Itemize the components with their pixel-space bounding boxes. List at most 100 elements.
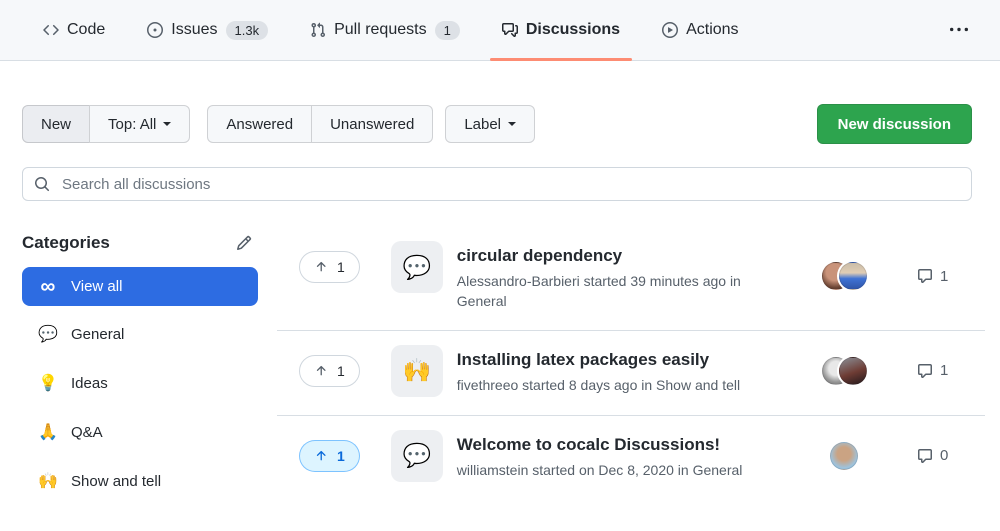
sort-segmented-group: New Top: All xyxy=(22,105,190,143)
edit-categories-button[interactable] xyxy=(236,235,252,251)
tab-code[interactable]: Code xyxy=(33,0,115,60)
upvote-button[interactable]: 1 xyxy=(299,251,360,283)
raising-hands-icon: 🙌 xyxy=(402,357,431,384)
category-emoji-tile: 🙌 xyxy=(391,345,443,397)
upvote-count: 1 xyxy=(337,363,345,379)
discussion-meta: Alessandro-Barbieri started 39 minutes a… xyxy=(457,271,787,312)
comment-count[interactable]: 0 xyxy=(917,447,963,464)
discussion-row[interactable]: 1 💬 Welcome to cocalc Discussions! willi… xyxy=(277,415,985,500)
discussion-row-right: 0 xyxy=(815,442,963,470)
tab-label: Pull requests xyxy=(334,21,427,39)
repo-tabs: Code Issues 1.3k Pull requests 1 Discuss… xyxy=(33,0,942,60)
category-label: Ideas xyxy=(71,375,108,392)
upvote-count: 1 xyxy=(337,448,345,464)
search-icon xyxy=(34,176,50,192)
comment-icon xyxy=(917,363,933,379)
answered-filter-label: Answered xyxy=(226,116,293,133)
comment-count[interactable]: 1 xyxy=(917,362,963,379)
avatar[interactable] xyxy=(839,357,867,385)
upvote-button[interactable]: 1 xyxy=(299,440,360,472)
sidebar-item-show-and-tell[interactable]: 🙌 Show and tell xyxy=(22,460,258,502)
top-filter-dropdown[interactable]: Top: All xyxy=(89,105,190,143)
avatar[interactable] xyxy=(839,262,867,290)
comment-count[interactable]: 1 xyxy=(917,268,963,285)
participant-avatars xyxy=(815,357,873,385)
discussion-meta: williamstein started on Dec 8, 2020 in G… xyxy=(457,460,743,480)
comment-count-value: 1 xyxy=(940,362,948,379)
discussion-title-link[interactable]: Installing latex packages easily xyxy=(457,350,740,370)
play-icon xyxy=(662,22,678,38)
comment-icon xyxy=(917,268,933,284)
speech-balloon-icon: 💬 xyxy=(38,324,58,344)
main-content: Categories ∞ View all 💬 General 💡 Ideas … xyxy=(22,227,985,502)
repo-tab-bar: Code Issues 1.3k Pull requests 1 Discuss… xyxy=(0,0,1000,61)
code-icon xyxy=(43,22,59,38)
label-filter-dropdown[interactable]: Label xyxy=(445,105,535,143)
participant-avatars xyxy=(815,262,873,290)
comment-count-value: 0 xyxy=(940,447,948,464)
discussion-row[interactable]: 1 💬 circular dependency Alessandro-Barbi… xyxy=(277,227,985,330)
tab-label: Code xyxy=(67,21,105,39)
discussion-text: Installing latex packages easily fivethr… xyxy=(457,345,740,395)
tab-pull-requests[interactable]: Pull requests 1 xyxy=(300,0,470,60)
infinity-icon: ∞ xyxy=(38,280,58,294)
categories-title: Categories xyxy=(22,233,110,253)
discussion-row-right: 1 xyxy=(815,357,963,385)
answered-segmented-group: Answered Unanswered xyxy=(207,105,433,143)
category-emoji-tile: 💬 xyxy=(391,430,443,482)
pull-requests-count-badge: 1 xyxy=(435,21,460,40)
dropdown-caret-icon xyxy=(508,122,516,130)
comment-discussion-icon xyxy=(502,22,518,38)
new-discussion-label: New discussion xyxy=(838,116,951,133)
overflow-menu-button[interactable] xyxy=(942,0,976,60)
filter-toolbar: New Top: All Answered Unanswered Label N… xyxy=(22,104,972,144)
discussion-text: Welcome to cocalc Discussions! williamst… xyxy=(457,430,743,480)
unanswered-filter-button[interactable]: Unanswered xyxy=(311,105,433,143)
tab-label: Issues xyxy=(171,21,217,39)
category-label: View all xyxy=(71,278,122,295)
participant-avatars xyxy=(815,442,873,470)
light-bulb-icon: 💡 xyxy=(38,373,58,393)
discussion-row-right: 1 xyxy=(815,262,963,290)
tab-label: Discussions xyxy=(526,21,620,39)
category-list: ∞ View all 💬 General 💡 Ideas 🙏 Q&A 🙌 Sho… xyxy=(22,267,258,502)
discussion-text: circular dependency Alessandro-Barbieri … xyxy=(457,241,787,312)
sidebar-item-ideas[interactable]: 💡 Ideas xyxy=(22,362,258,404)
raising-hands-icon: 🙌 xyxy=(38,471,58,491)
new-filter-button[interactable]: New xyxy=(22,105,90,143)
categories-header: Categories xyxy=(22,233,252,253)
issues-count-badge: 1.3k xyxy=(226,21,269,40)
sidebar-item-qa[interactable]: 🙏 Q&A xyxy=(22,411,258,453)
search-input[interactable] xyxy=(60,175,960,194)
new-discussion-button[interactable]: New discussion xyxy=(817,104,972,144)
answered-filter-button[interactable]: Answered xyxy=(207,105,312,143)
tab-discussions[interactable]: Discussions xyxy=(492,0,630,60)
category-label: General xyxy=(71,326,124,343)
sidebar-item-general[interactable]: 💬 General xyxy=(22,313,258,355)
discussion-title-link[interactable]: Welcome to cocalc Discussions! xyxy=(457,435,743,455)
tab-issues[interactable]: Issues 1.3k xyxy=(137,0,278,60)
speech-balloon-icon: 💬 xyxy=(402,442,431,469)
avatar[interactable] xyxy=(830,442,858,470)
discussion-meta: fivethreeo started 8 days ago in Show an… xyxy=(457,375,740,395)
category-label: Show and tell xyxy=(71,473,161,490)
discussion-title-link[interactable]: circular dependency xyxy=(457,246,787,266)
comment-icon xyxy=(917,448,933,464)
pencil-icon xyxy=(236,235,252,251)
discussion-row[interactable]: 1 🙌 Installing latex packages easily fiv… xyxy=(277,330,985,415)
upvote-button[interactable]: 1 xyxy=(299,355,360,387)
categories-sidebar: Categories ∞ View all 💬 General 💡 Ideas … xyxy=(22,227,258,502)
git-pull-request-icon xyxy=(310,22,326,38)
tab-actions[interactable]: Actions xyxy=(652,0,748,60)
dropdown-caret-icon xyxy=(163,122,171,130)
unanswered-filter-label: Unanswered xyxy=(330,116,414,133)
upvote-count: 1 xyxy=(337,259,345,275)
new-filter-label: New xyxy=(41,116,71,133)
arrow-up-icon xyxy=(314,260,328,274)
arrow-up-icon xyxy=(314,364,328,378)
top-filter-label: Top: All xyxy=(108,116,156,133)
issue-opened-icon xyxy=(147,22,163,38)
discussion-list: 1 💬 circular dependency Alessandro-Barbi… xyxy=(277,227,985,500)
sidebar-item-view-all[interactable]: ∞ View all xyxy=(22,267,258,306)
category-label: Q&A xyxy=(71,424,103,441)
